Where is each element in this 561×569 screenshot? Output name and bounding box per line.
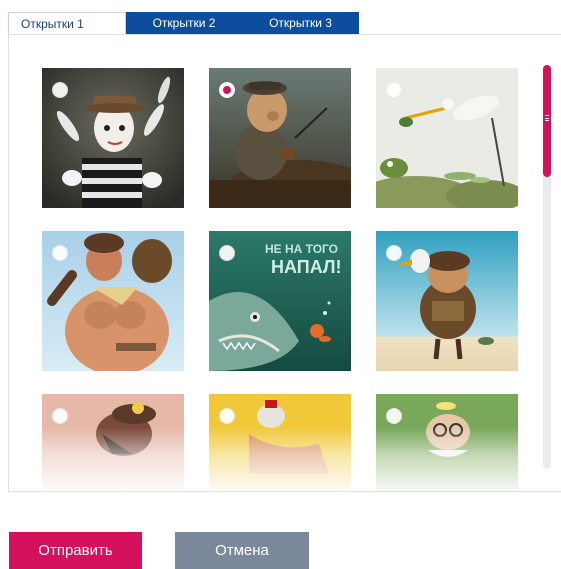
card-pilot-bird[interactable] bbox=[376, 231, 518, 371]
card-select-radio[interactable] bbox=[386, 408, 402, 424]
card-select-radio[interactable] bbox=[52, 82, 68, 98]
card-fish[interactable]: НЕ НА ТОГО НАПАЛ! bbox=[209, 231, 351, 371]
card-scientist[interactable] bbox=[376, 394, 518, 491]
cancel-button[interactable]: Отмена bbox=[175, 532, 309, 569]
card-select-radio[interactable] bbox=[386, 82, 402, 98]
submit-button[interactable]: Отправить bbox=[9, 532, 142, 569]
tab-cards-1[interactable]: Открытки 1 bbox=[8, 12, 126, 35]
card-old-man-cart[interactable] bbox=[209, 68, 351, 208]
card-select-radio[interactable] bbox=[219, 408, 235, 424]
card-select-radio[interactable] bbox=[52, 408, 68, 424]
card-grid: НЕ НА ТОГО НАПАЛ! bbox=[9, 35, 539, 491]
card-mime-juggler[interactable] bbox=[42, 68, 184, 208]
fish-card-text-line1: НЕ НА ТОГО bbox=[265, 242, 338, 256]
card-select-radio[interactable] bbox=[386, 245, 402, 261]
scrollbar-grip-icon bbox=[545, 115, 549, 121]
fish-card-text-line2: НАПАЛ! bbox=[271, 257, 342, 277]
card-gallery-panel: НЕ НА ТОГО НАПАЛ! bbox=[8, 34, 561, 492]
card-frog-stork[interactable] bbox=[376, 68, 518, 208]
card-strongman[interactable] bbox=[42, 231, 184, 371]
gallery-scrollbar-track[interactable] bbox=[543, 65, 551, 469]
tab-cards-2[interactable]: Открытки 2 bbox=[126, 12, 242, 35]
card-hat-character[interactable] bbox=[42, 394, 184, 491]
tab-cards-3[interactable]: Открытки 3 bbox=[242, 12, 359, 35]
card-select-radio[interactable] bbox=[219, 82, 235, 98]
card-select-radio[interactable] bbox=[219, 245, 235, 261]
tab-bar: Открытки 1 Открытки 2 Открытки 3 bbox=[8, 12, 359, 35]
card-yellow-character[interactable] bbox=[209, 394, 351, 491]
card-select-radio[interactable] bbox=[52, 245, 68, 261]
gallery-scrollbar-thumb[interactable] bbox=[543, 65, 551, 177]
